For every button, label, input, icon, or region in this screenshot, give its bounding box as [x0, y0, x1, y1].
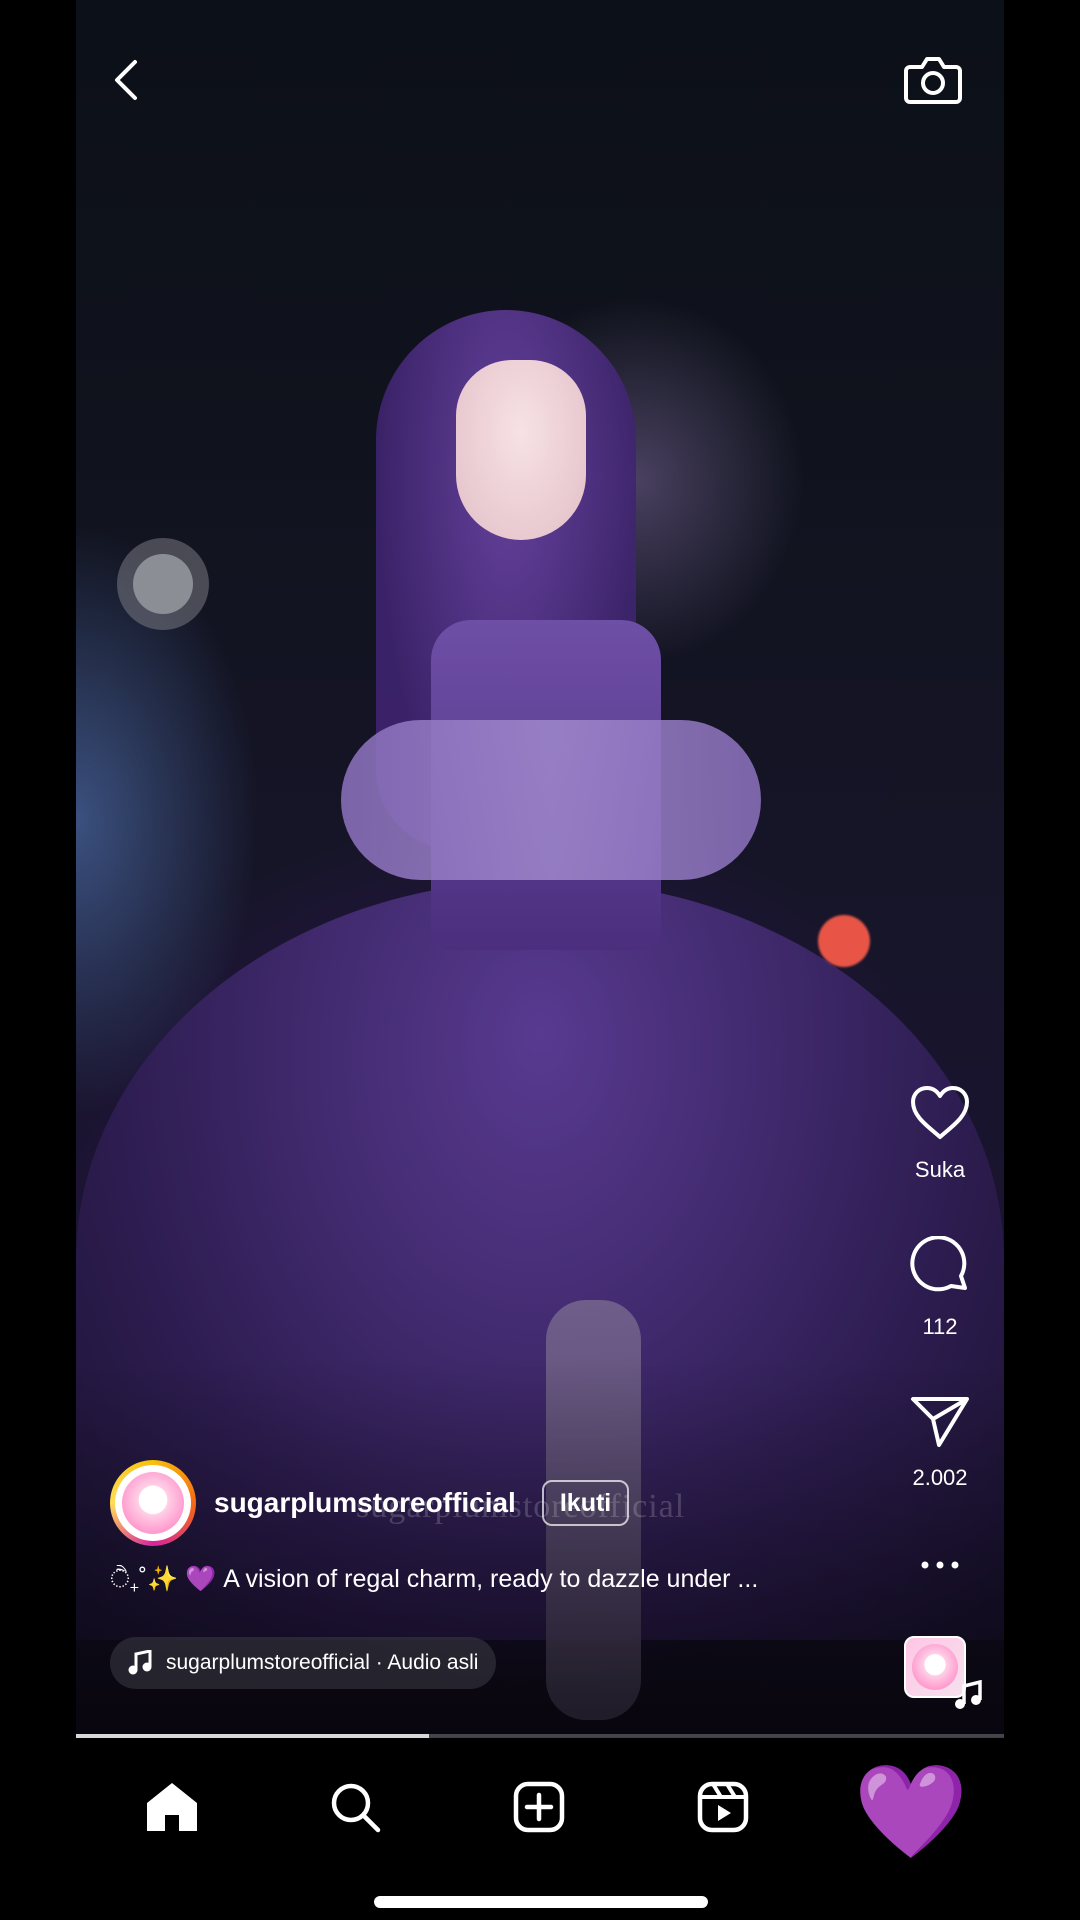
purple-heart-emoji: 💜 — [185, 1565, 217, 1593]
video-bokeh-light — [818, 915, 870, 967]
audio-pill[interactable]: sugarplumstoreofficial · Audio asli — [110, 1637, 497, 1689]
avatar[interactable] — [110, 1460, 196, 1546]
back-button[interactable] — [96, 50, 156, 110]
post-caption[interactable]: ੈ₊˚✨ 💜 A vision of regal charm, ready to… — [110, 1565, 870, 1594]
send-icon — [911, 1397, 969, 1447]
bear-logo-icon — [122, 1472, 184, 1534]
more-options-button[interactable] — [910, 1550, 970, 1580]
post-author-row: sugarplumstoreofficial Ikuti — [110, 1460, 630, 1546]
comment-icon — [910, 1236, 967, 1292]
audio-label: sugarplumstoreofficial · Audio asli — [166, 1651, 479, 1674]
home-icon — [147, 1783, 197, 1831]
home-indicator — [374, 1896, 708, 1908]
like-label: Suka — [914, 1157, 966, 1182]
comment-count: 112 — [922, 1314, 958, 1339]
video-arms — [341, 720, 761, 880]
reels-icon — [697, 1781, 749, 1833]
nav-create[interactable] — [504, 1772, 574, 1842]
touch-indicator — [117, 538, 209, 630]
follow-button[interactable]: Ikuti — [541, 1480, 630, 1526]
avatar-ring-inner — [115, 1465, 191, 1541]
audio-thumbnail[interactable] — [904, 1636, 982, 1709]
nav-profile[interactable]: 💜 — [854, 1762, 969, 1862]
search-icon — [331, 1783, 381, 1833]
heart-icon — [911, 1086, 969, 1139]
audio-cover-icon — [912, 1644, 958, 1690]
comment-button[interactable]: 112 — [888, 1236, 992, 1340]
like-button[interactable]: Suka — [888, 1085, 992, 1183]
music-note-icon — [128, 1650, 152, 1675]
username[interactable]: sugarplumstoreofficial — [214, 1487, 516, 1519]
reels-screen: Suka 112 2.002 sugarplumstoreofficial su… — [76, 0, 1004, 1920]
share-button[interactable]: 2.002 — [888, 1393, 992, 1491]
caption-text: A vision of regal charm, ready to dazzle… — [223, 1565, 759, 1593]
caption-prefix: ੈ₊˚✨ — [110, 1565, 179, 1593]
camera-button[interactable] — [898, 46, 968, 111]
share-count: 2.002 — [912, 1465, 968, 1490]
video-face — [456, 360, 586, 540]
ellipsis-icon — [921, 1561, 959, 1569]
bottom-navigation: 💜 — [76, 1738, 1004, 1920]
add-icon — [513, 1781, 565, 1833]
nav-home[interactable] — [137, 1772, 207, 1842]
music-note-icon — [955, 1680, 982, 1709]
nav-reels[interactable] — [688, 1772, 758, 1842]
nav-search[interactable] — [320, 1772, 390, 1842]
camera-icon — [904, 56, 962, 104]
chevron-left-icon — [115, 60, 137, 100]
